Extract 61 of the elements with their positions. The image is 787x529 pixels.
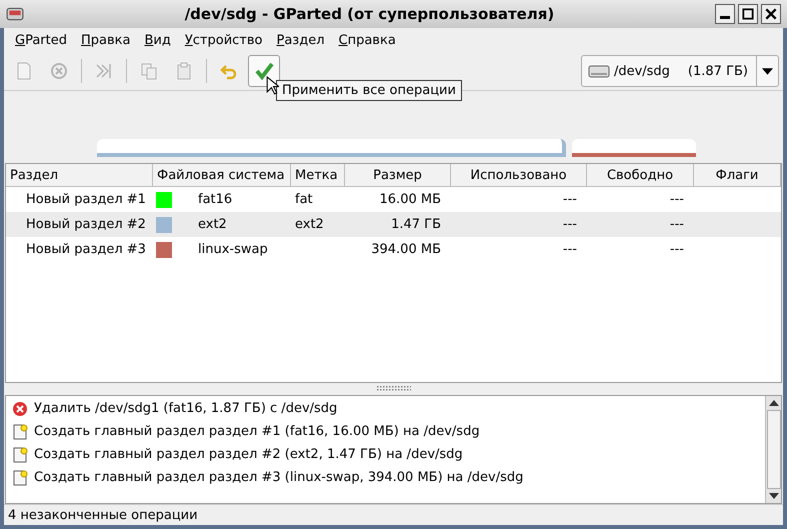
table-cell: ext2 [198, 217, 227, 232]
up-arrow-icon[interactable] [768, 400, 778, 406]
tooltip: Применить все операции [276, 80, 462, 101]
menu-item[interactable]: Раздел [271, 32, 330, 48]
table-cell-text: 16.00 МБ [378, 192, 442, 207]
cursor-icon [266, 76, 279, 95]
table-cell-text: Новый раздел #1 [25, 192, 147, 207]
table-cell-text: Новый раздел #3 [25, 242, 147, 257]
operation-text: Создать главный раздел раздел #3 (linux-swap, 394.00 МБ) на /dev/sdg [34, 470, 524, 485]
new-document-icon [12, 446, 28, 462]
column-header[interactable]: Раздел [6, 164, 153, 186]
table-cell-text: --- [562, 242, 578, 257]
table-cell: fat16 [198, 192, 232, 207]
cancel-icon [49, 61, 69, 81]
partition-segment[interactable] [97, 139, 566, 157]
close-icon [764, 7, 778, 21]
new-document-icon [12, 424, 28, 440]
down-arrow-icon[interactable] [768, 493, 778, 499]
table-cell-text: Новый раздел #2 [25, 217, 147, 232]
chevron-bar-icon [94, 61, 114, 81]
operation-text: Создать главный раздел раздел #2 (ext2, 1.47 ГБ) на /dev/sdg [34, 447, 463, 462]
operation-text: Удалить /dev/sdg1 (fat16, 1.87 ГБ) с /dev/sdg [34, 401, 338, 416]
partition-segment[interactable] [572, 139, 696, 157]
column-header[interactable]: Флаги [694, 164, 781, 186]
menu-item[interactable]: GParted [10, 32, 72, 48]
table-cell-text: --- [668, 242, 685, 257]
window-title: /dev/sdg - GParted (от суперпользователя) [184, 5, 556, 23]
column-header[interactable]: Размер [345, 164, 451, 186]
scrollbar[interactable] [765, 396, 781, 503]
minimize-icon [720, 16, 730, 19]
menu-item[interactable]: Правка [76, 32, 136, 48]
column-header[interactable]: Метка [291, 164, 345, 186]
table-cell-text: --- [562, 192, 578, 207]
copy-icon [139, 61, 159, 81]
table-cell: fat [295, 192, 313, 207]
menu-item[interactable]: Справка [334, 32, 401, 48]
column-header[interactable]: Свободно [587, 164, 694, 186]
table-cell-text: 1.47 ГБ [390, 217, 442, 232]
device-selector[interactable]: /dev/sdg (1.87 ГБ) [580, 55, 779, 87]
delete-icon [12, 400, 28, 416]
close-button[interactable] [761, 4, 781, 24]
app-icon [6, 6, 24, 22]
minimize-button[interactable] [715, 4, 735, 24]
menu-item[interactable]: Вид [139, 32, 176, 48]
new-document-icon [12, 470, 28, 486]
column-header[interactable]: Использовано [451, 164, 587, 186]
operation-text: Создать главный раздел раздел #1 (fat16, 16.00 МБ) на /dev/sdg [34, 424, 480, 439]
table-cell-text: --- [668, 217, 685, 232]
splitter-handle-icon[interactable] [376, 386, 410, 392]
maximize-button[interactable] [738, 4, 758, 24]
table-cell: ext2 [295, 217, 324, 232]
column-header[interactable]: Файловая система [153, 164, 291, 186]
table-cell-text: 394.00 МБ [370, 242, 442, 257]
menu-item[interactable]: Устройство [180, 32, 268, 48]
checkmark-icon [254, 61, 274, 81]
hard-drive-icon [588, 63, 610, 79]
table-cell-text: --- [668, 192, 685, 207]
maximize-icon [741, 7, 755, 21]
table-cell-text: --- [562, 217, 578, 232]
status-text: 4 незаконченные операции [8, 508, 198, 522]
table-cell: linux-swap [198, 242, 268, 257]
